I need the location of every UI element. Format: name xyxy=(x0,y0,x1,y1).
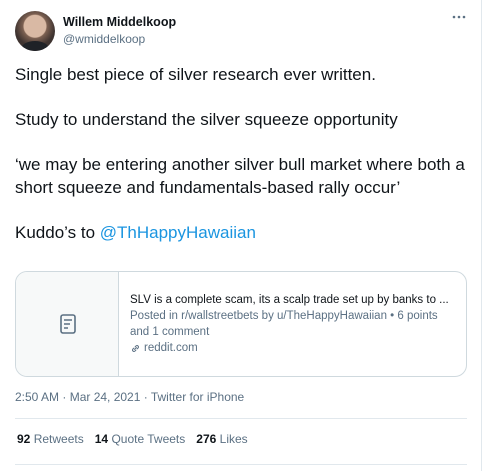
tweet-card: Willem Middelkoop @wmiddelkoop Single be… xyxy=(0,0,482,471)
link-thumbnail xyxy=(16,272,119,376)
user-name[interactable]: Willem Middelkoop xyxy=(63,15,176,29)
link-title: SLV is a complete scam, its a scalp trad… xyxy=(130,294,449,306)
likes-label: Likes xyxy=(219,432,248,446)
tweet-line: Study to understand the silver squeeze o… xyxy=(15,110,398,129)
user-handle[interactable]: @wmiddelkoop xyxy=(63,32,145,46)
tweet-stats: 92 Retweets 14 Quote Tweets 276 Likes xyxy=(17,432,248,446)
tweet-line: Single best piece of silver research eve… xyxy=(15,65,376,84)
tweet-line: ‘we may be entering another silver bull … xyxy=(15,155,470,197)
more-horizontal-icon[interactable] xyxy=(449,9,469,29)
likes-stat[interactable]: 276 Likes xyxy=(196,432,247,446)
mention-link[interactable]: @ThHappyHawaiian xyxy=(100,223,256,242)
quotes-label: Quote Tweets xyxy=(111,432,186,446)
retweets-label: Retweets xyxy=(33,432,84,446)
link-domain-row: reddit.com xyxy=(130,340,460,356)
tweet-line: Kuddo’s to @ThHappyHawaiian xyxy=(15,222,470,245)
link-domain: reddit.com xyxy=(144,342,198,354)
likes-count: 276 xyxy=(196,432,217,446)
avatar[interactable] xyxy=(15,11,55,51)
link-icon xyxy=(132,344,139,352)
divider xyxy=(15,464,467,465)
retweets-stat[interactable]: 92 Retweets xyxy=(17,432,84,446)
tweet-timestamp[interactable]: 2:50 AM · Mar 24, 2021 · Twitter for iPh… xyxy=(15,390,244,404)
link-info: SLV is a complete scam, its a scalp trad… xyxy=(130,292,460,356)
tweet-text: Single best piece of silver research eve… xyxy=(15,64,470,244)
quotes-count: 14 xyxy=(94,432,109,446)
retweets-count: 92 xyxy=(17,432,31,446)
tweet-line-prefix: Kuddo’s to xyxy=(15,222,100,242)
link-description: Posted in r/wallstreetbets by u/TheHappy… xyxy=(130,310,438,338)
link-preview-card[interactable]: SLV is a complete scam, its a scalp trad… xyxy=(15,271,467,377)
divider xyxy=(15,418,467,419)
document-icon xyxy=(60,314,76,334)
quote-tweets-stat[interactable]: 14 Quote Tweets xyxy=(95,432,186,446)
